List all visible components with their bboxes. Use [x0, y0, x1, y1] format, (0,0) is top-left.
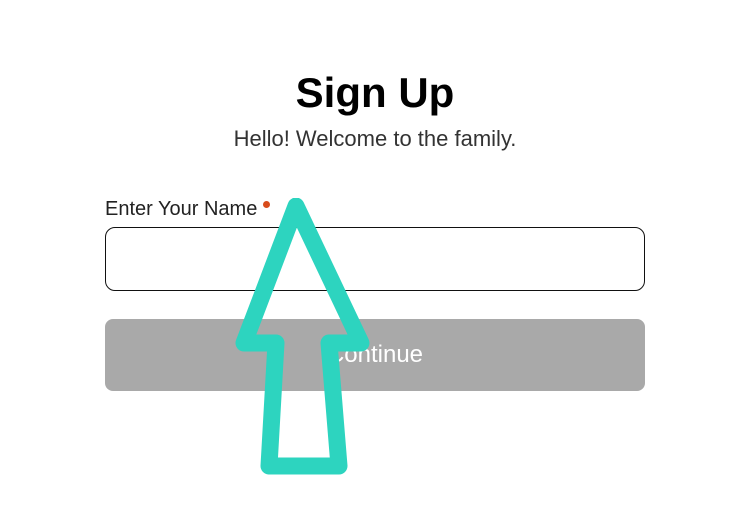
name-label-row: Enter Your Name	[105, 198, 270, 221]
page-title: Sign Up	[105, 70, 645, 116]
continue-button[interactable]: Continue	[105, 319, 645, 391]
required-indicator-icon	[263, 201, 270, 208]
signup-form: Enter Your Name Continue	[105, 198, 645, 391]
page-subtitle: Hello! Welcome to the family.	[105, 126, 645, 152]
name-input[interactable]	[105, 227, 645, 291]
signup-container: Sign Up Hello! Welcome to the family. En…	[105, 0, 645, 391]
name-label: Enter Your Name	[105, 198, 257, 221]
